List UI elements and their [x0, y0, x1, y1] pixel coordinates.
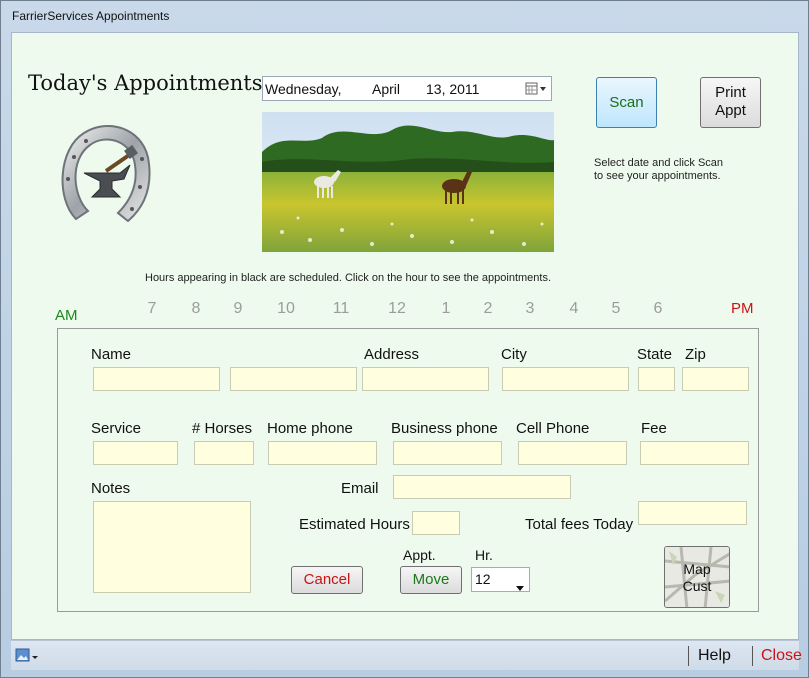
horses-meadow-image	[262, 112, 554, 252]
help-link[interactable]: Help	[698, 647, 731, 665]
notes-label: Notes	[91, 480, 131, 497]
state-label: State	[637, 346, 673, 363]
status-divider-2	[752, 646, 753, 666]
notes-textarea[interactable]	[93, 501, 251, 593]
status-divider	[688, 646, 689, 666]
fee-field[interactable]	[640, 441, 749, 465]
pm-label: PM	[731, 300, 754, 317]
map-customer-button[interactable]: Map Cust	[664, 546, 730, 608]
business-phone-field[interactable]	[393, 441, 502, 465]
cell-phone-label: Cell Phone	[516, 420, 590, 437]
hour-5[interactable]: 5	[601, 300, 631, 318]
status-bar: Help Close	[11, 640, 802, 670]
address-field[interactable]	[362, 367, 489, 391]
hour-1[interactable]: 1	[431, 300, 461, 318]
zip-label: Zip	[685, 346, 706, 363]
appt-label: Appt.	[403, 547, 436, 563]
print-label-line1: Print	[715, 84, 746, 101]
cell-phone-field[interactable]	[518, 441, 627, 465]
hours-note: Hours appearing in black are scheduled. …	[145, 272, 552, 284]
hour-2[interactable]: 2	[473, 300, 503, 318]
zip-field[interactable]	[682, 367, 749, 391]
first-name-field[interactable]	[93, 367, 220, 391]
close-link[interactable]: Close	[761, 647, 802, 665]
state-field[interactable]	[638, 367, 675, 391]
page-title: Today's Appointments	[28, 71, 263, 95]
title-bar[interactable]: FarrierServices Appointments	[1, 1, 808, 31]
city-label: City	[501, 346, 527, 363]
city-field[interactable]	[502, 367, 629, 391]
cancel-button[interactable]: Cancel	[291, 566, 363, 594]
name-label: Name	[91, 346, 132, 363]
date-picker[interactable]: Wednesday, April 13, 2011	[262, 76, 552, 101]
hour-12[interactable]: 12	[382, 300, 412, 318]
fee-label: Fee	[641, 420, 667, 437]
window-title: FarrierServices Appointments	[12, 9, 170, 23]
hour-11[interactable]: 11	[326, 300, 356, 318]
hour-select-value: 12	[475, 571, 491, 587]
hour-7[interactable]: 7	[137, 300, 167, 318]
date-weekday: Wednesday,	[265, 81, 342, 97]
image-menu-icon[interactable]	[15, 648, 39, 664]
service-field[interactable]	[93, 441, 178, 465]
hour-9[interactable]: 9	[223, 300, 253, 318]
email-label: Email	[341, 480, 379, 497]
map-label-line2: Cust	[682, 578, 712, 594]
hour-4[interactable]: 4	[559, 300, 589, 318]
horses-label: # Horses	[192, 420, 253, 437]
scan-instructions: Select date and click Scan to see your a…	[594, 157, 723, 183]
estimated-hours-label: Estimated Hours	[299, 516, 410, 533]
horseshoe-anvil-logo	[54, 119, 154, 229]
chevron-down-icon	[516, 577, 524, 591]
map-label-line1: Map	[683, 561, 711, 577]
hour-3[interactable]: 3	[515, 300, 545, 318]
print-appt-button[interactable]: Print Appt	[700, 77, 761, 128]
home-phone-field[interactable]	[268, 441, 377, 465]
date-day-year: 13, 2011	[426, 81, 480, 97]
calendar-dropdown-icon[interactable]	[525, 82, 547, 96]
hr-label: Hr.	[475, 547, 493, 563]
business-phone-label: Business phone	[391, 420, 498, 437]
am-label: AM	[55, 307, 78, 324]
appointment-details-panel: Name Address City State Zip Service # Ho…	[57, 328, 759, 612]
hour-select[interactable]: 12	[471, 567, 530, 592]
move-button[interactable]: Move	[400, 566, 462, 594]
last-name-field[interactable]	[230, 367, 357, 391]
estimated-hours-field[interactable]	[412, 511, 460, 535]
address-label: Address	[364, 346, 420, 363]
total-fees-field[interactable]	[638, 501, 747, 525]
hour-10[interactable]: 10	[271, 300, 301, 318]
instructions-line2: to see your appointments.	[594, 170, 721, 182]
hour-8[interactable]: 8	[181, 300, 211, 318]
print-label-line2: Appt	[715, 102, 746, 119]
map-label: Map Cust	[665, 561, 729, 595]
hour-6[interactable]: 6	[643, 300, 673, 318]
email-field[interactable]	[393, 475, 571, 499]
instructions-line1: Select date and click Scan	[594, 157, 724, 169]
horses-field[interactable]	[194, 441, 254, 465]
service-label: Service	[91, 420, 142, 437]
app-window: FarrierServices Appointments Today's App…	[0, 0, 809, 678]
home-phone-label: Home phone	[267, 420, 353, 437]
scan-button[interactable]: Scan	[596, 77, 657, 128]
total-fees-label: Total fees Today	[525, 516, 634, 533]
date-month: April	[372, 81, 401, 97]
